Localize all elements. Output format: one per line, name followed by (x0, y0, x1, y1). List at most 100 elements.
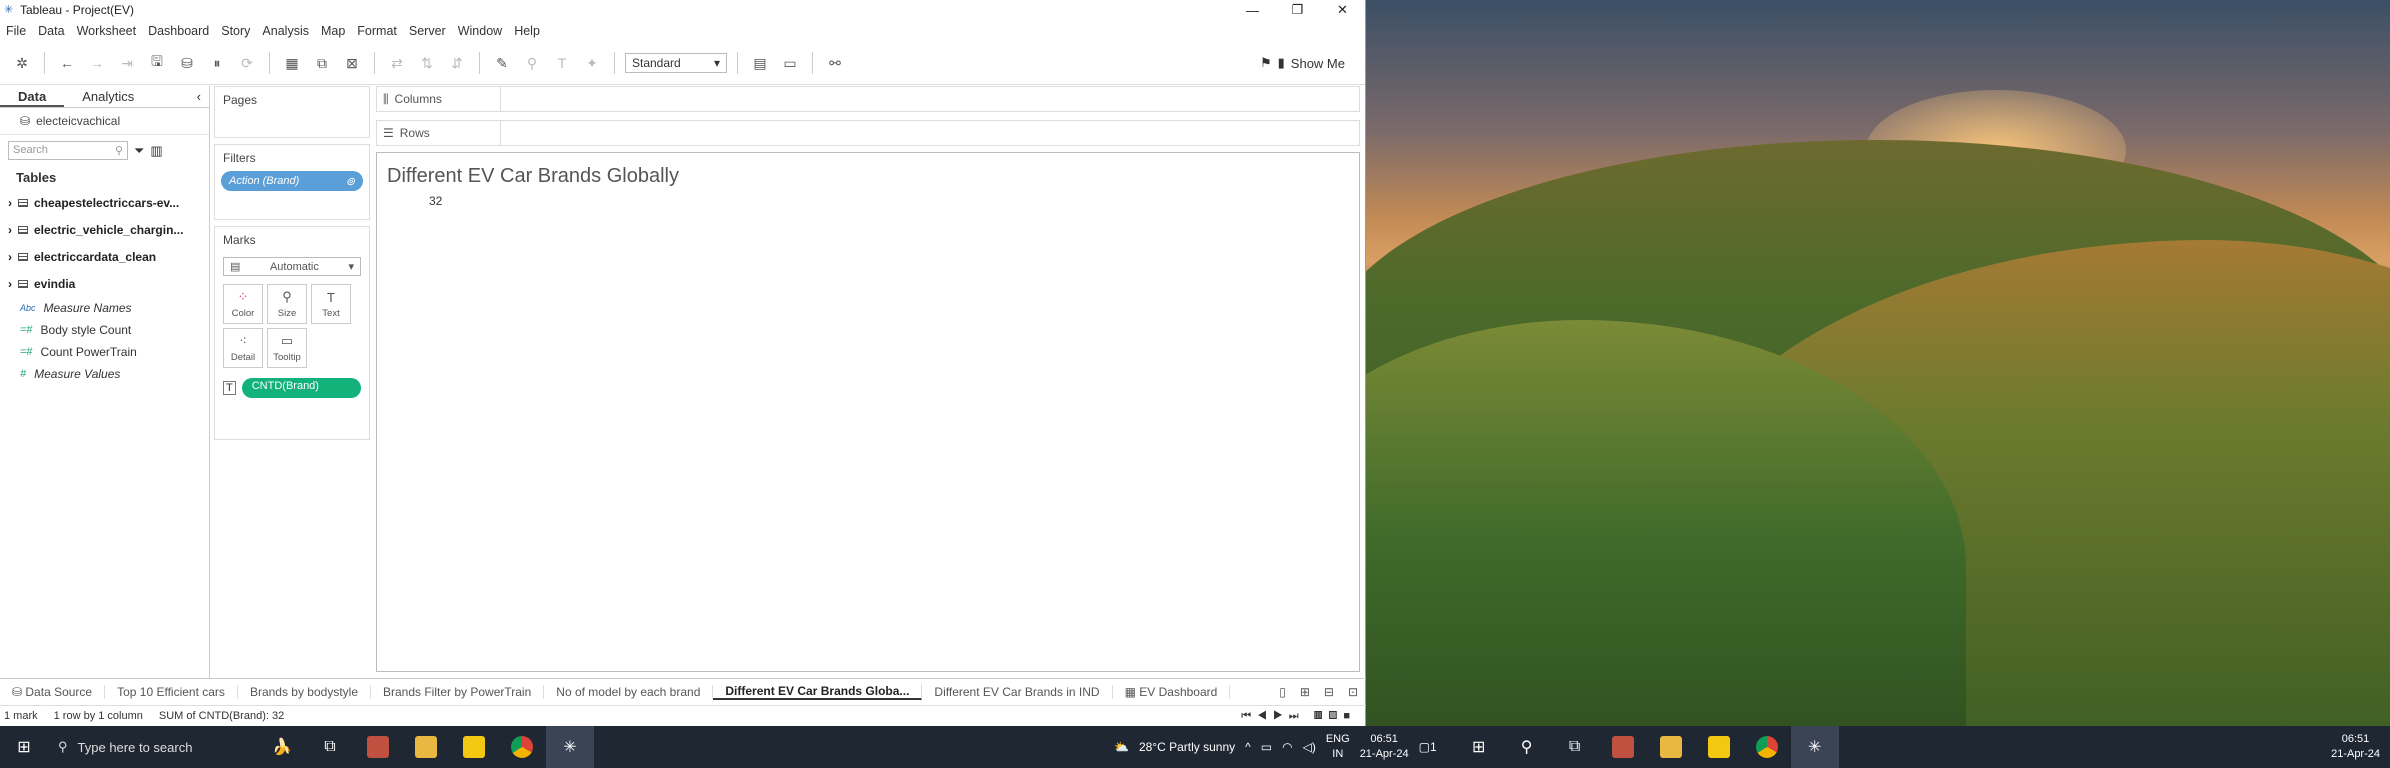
save-icon[interactable]: 🖫 (145, 51, 169, 75)
clear-sheet-icon[interactable]: ⊠ (340, 51, 364, 75)
datasource-item[interactable]: ⛁ electeicvachical (0, 108, 209, 135)
tab-data-source[interactable]: ⛁ Data Source (0, 685, 106, 699)
group-icon[interactable]: ⚲ (520, 51, 544, 75)
table-item[interactable]: › evindia (0, 270, 209, 297)
filter-icon[interactable]: ⏷ (134, 143, 144, 159)
worksheet-title[interactable]: Different EV Car Brands Globally (377, 153, 1359, 194)
tab-sheet[interactable]: Brands by bodystyle (238, 685, 371, 699)
tableau-taskbar-icon-2[interactable]: ✳ (1790, 726, 1839, 768)
replay-icon[interactable]: ⇥ (115, 51, 139, 75)
fit-dropdown[interactable]: Standard ▾ (625, 53, 727, 73)
task-view-icon[interactable]: ⧉ (306, 726, 354, 768)
volume-icon[interactable]: ◁) (1303, 740, 1316, 754)
app-icon-2[interactable] (1599, 726, 1647, 768)
fix-axes-icon[interactable]: ✦ (580, 51, 604, 75)
chrome-icon[interactable] (498, 726, 546, 768)
chrome-icon-2[interactable] (1743, 726, 1791, 768)
search-icon-2[interactable]: ⚲ (1503, 726, 1551, 768)
presentation-mode-icon[interactable]: ▭ (778, 51, 802, 75)
cntd-brand-pill[interactable]: CNTD(Brand) (241, 378, 361, 398)
color-button[interactable]: ⁘ Color (223, 284, 263, 324)
tab-sheet[interactable]: Top 10 Efficient cars (105, 685, 238, 699)
field-body-style-count[interactable]: =# Body style Count (0, 319, 209, 341)
taskbar-search[interactable]: ⚲ Type here to search (48, 726, 258, 768)
new-story-icon[interactable]: ⊡ (1348, 685, 1358, 699)
tab-analytics[interactable]: Analytics (64, 86, 152, 107)
undo-icon[interactable]: ← (55, 51, 79, 75)
menu-file[interactable]: File (0, 24, 32, 38)
new-worksheet-icon[interactable]: ⊞ (1300, 685, 1310, 699)
highlight-icon[interactable]: ✎ (490, 51, 514, 75)
new-dashboard-icon[interactable]: ⊟ (1324, 685, 1334, 699)
collapse-icon[interactable]: ‹ (189, 86, 209, 107)
field-count-powertrain[interactable]: =# Count PowerTrain (0, 341, 209, 363)
windows-start-icon-2[interactable]: ⊞ (1455, 726, 1503, 768)
filters-card[interactable]: Filters Action (Brand) ⊚ (214, 144, 370, 220)
tray-chevron-icon[interactable]: ^ (1245, 740, 1251, 754)
filter-pill-action-brand[interactable]: Action (Brand) ⊚ (221, 171, 363, 191)
weather-icon[interactable]: ⛅ (1114, 740, 1129, 754)
powerbi-icon[interactable] (450, 726, 498, 768)
show-me-button[interactable]: ⚑ ▮ Show Me (1260, 55, 1345, 71)
view-toggle-icon[interactable]: ▥ (150, 143, 162, 159)
detail-button[interactable]: ⁖ Detail (223, 328, 263, 368)
tab-sheet-active[interactable]: Different EV Car Brands Globa... (713, 684, 923, 700)
tab-data[interactable]: Data (0, 86, 65, 107)
mark-type-dropdown[interactable]: ▤ Automatic ▾ (223, 257, 361, 276)
windows-start-icon[interactable]: ⊞ (0, 726, 48, 768)
field-measure-names[interactable]: Abc Measure Names (0, 297, 209, 319)
clock-2[interactable]: 06:51 21-Apr-24 (2331, 732, 2390, 762)
columns-shelf[interactable]: ⫼ Columns (376, 86, 1360, 112)
language-indicator[interactable]: ENG IN (1326, 732, 1350, 762)
clock[interactable]: 06:51 21-Apr-24 (1360, 732, 1409, 762)
weather-label[interactable]: 28°C Partly sunny (1139, 740, 1235, 754)
file-explorer-icon[interactable] (402, 726, 450, 768)
tableau-taskbar-icon[interactable]: ✳ (546, 726, 594, 768)
new-story-icon[interactable]: ▯ (1279, 685, 1286, 699)
expand-icon[interactable]: › (8, 277, 12, 291)
table-item[interactable]: › cheapestelectriccars-ev... (0, 189, 209, 216)
wifi-icon[interactable]: ◠ (1282, 740, 1292, 754)
expand-icon[interactable]: › (8, 223, 12, 237)
new-datasource-icon[interactable]: ⛁ (175, 51, 199, 75)
tab-sheet[interactable]: Different EV Car Brands in IND (922, 685, 1113, 699)
cntd-brand-value[interactable]: 32 (377, 194, 1359, 208)
menu-analysis[interactable]: Analysis (256, 24, 315, 38)
redo-icon[interactable]: → (85, 51, 109, 75)
task-view-icon-2[interactable]: ⧉ (1551, 726, 1599, 768)
menu-help[interactable]: Help (508, 24, 546, 38)
menu-map[interactable]: Map (315, 24, 351, 38)
size-button[interactable]: ⚲ Size (267, 284, 307, 324)
menu-format[interactable]: Format (351, 24, 403, 38)
restore-icon[interactable]: ❐ (1275, 0, 1320, 20)
tab-sheet[interactable]: No of model by each brand (544, 685, 714, 699)
tab-sheet[interactable]: Brands Filter by PowerTrain (371, 685, 545, 699)
expand-icon[interactable]: › (8, 196, 12, 210)
menu-dashboard[interactable]: Dashboard (142, 24, 215, 38)
powerbi-icon-2[interactable] (1695, 726, 1743, 768)
tableau-icon[interactable]: ✲ (10, 51, 34, 75)
menu-story[interactable]: Story (215, 24, 256, 38)
refresh-icon[interactable]: ⟳ (235, 51, 259, 75)
pages-card[interactable]: Pages (214, 86, 370, 138)
expand-icon[interactable]: › (8, 250, 12, 264)
banana-app-icon[interactable]: 🍌 (258, 726, 306, 768)
pause-updates-icon[interactable]: ⏸ (205, 51, 229, 75)
menu-data[interactable]: Data (32, 24, 70, 38)
share-icon[interactable]: ⚯ (823, 51, 847, 75)
show-cards-icon[interactable]: ▤ (748, 51, 772, 75)
menu-window[interactable]: Window (452, 24, 508, 38)
label-icon[interactable]: T (550, 51, 574, 75)
rows-shelf[interactable]: ☰ Rows (376, 120, 1360, 146)
menu-server[interactable]: Server (403, 24, 452, 38)
battery-icon[interactable]: ▭ (1261, 740, 1272, 754)
search-input[interactable]: Search ⚲ (8, 141, 128, 160)
sort-descending-icon[interactable]: ⇵ (445, 51, 469, 75)
table-item[interactable]: › electriccardata_clean (0, 243, 209, 270)
close-icon[interactable]: ✕ (1320, 0, 1365, 20)
duplicate-icon[interactable]: ⧉ (310, 51, 334, 75)
app-icon-1[interactable] (354, 726, 402, 768)
sheet-nav-icons[interactable]: ⏮◀▶⏭ ▦▤■ (1241, 710, 1366, 723)
menu-worksheet[interactable]: Worksheet (71, 24, 143, 38)
tooltip-button[interactable]: ▭ Tooltip (267, 328, 307, 368)
